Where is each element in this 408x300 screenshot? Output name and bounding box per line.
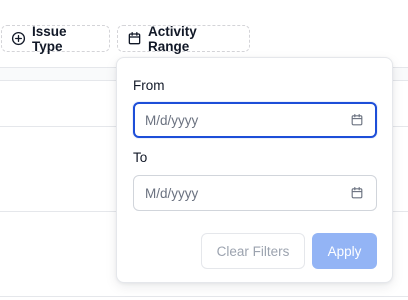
issue-type-filter-button[interactable]: Issue Type — [1, 23, 110, 54]
to-label: To — [133, 150, 148, 165]
activity-range-filter-label: Activity Range — [148, 23, 197, 54]
clear-filters-button[interactable]: Clear Filters — [201, 233, 305, 269]
calendar-icon[interactable] — [350, 113, 364, 127]
table-row-divider — [0, 296, 408, 297]
page: Issue Type Activity Range From M/d/yyyy — [0, 0, 408, 300]
apply-button[interactable]: Apply — [312, 233, 377, 269]
activity-range-filter-button[interactable]: Activity Range — [117, 23, 250, 54]
calendar-icon — [127, 31, 142, 46]
issue-type-filter-label: Issue Type — [32, 23, 67, 54]
from-date-placeholder: M/d/yyyy — [145, 112, 199, 128]
plus-circle-icon — [11, 31, 26, 46]
activity-range-popover: From M/d/yyyy To M/d/yyyy Clear Filters … — [116, 57, 393, 283]
to-date-input[interactable]: M/d/yyyy — [133, 175, 377, 211]
from-date-input[interactable]: M/d/yyyy — [133, 102, 377, 138]
calendar-icon[interactable] — [350, 186, 364, 200]
from-label: From — [133, 78, 165, 93]
to-date-placeholder: M/d/yyyy — [145, 185, 199, 201]
